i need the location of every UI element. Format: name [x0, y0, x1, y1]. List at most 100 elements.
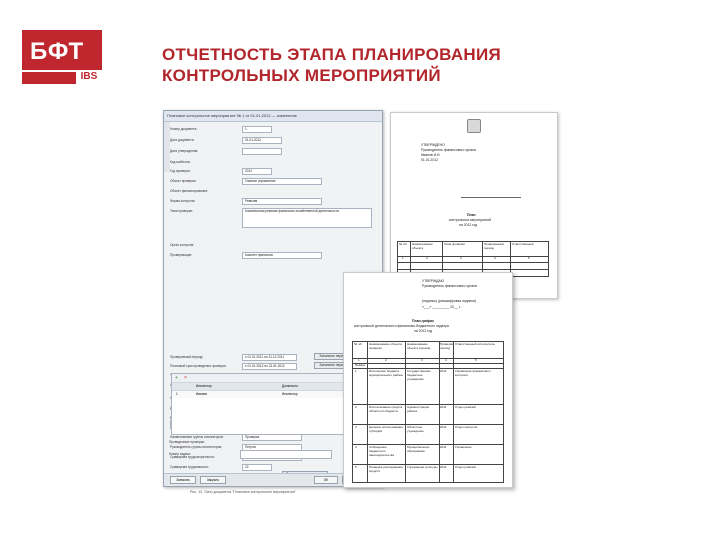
- field-input[interactable]: Комплексная ревизия финансово-хозяйствен…: [242, 208, 372, 228]
- field-label: Проверяющие:: [170, 253, 193, 257]
- row-role: Инспектор: [282, 392, 298, 396]
- subfield-label: Суммарная трудоемкость:: [170, 465, 210, 469]
- schedule-cell: Муниципальное образование: [407, 446, 430, 453]
- plan-colnum-2: 2: [426, 257, 428, 260]
- sched-colnum-1: 1: [358, 359, 360, 362]
- schedule-subtitle: контрольной деятельности финансово-бюдже…: [354, 324, 449, 328]
- add-row-icon[interactable]: +: [175, 375, 178, 381]
- slide-title-line2: КОНТРОЛЬНЫХ МЕРОПРИЯТИЙ: [162, 66, 441, 85]
- plan-colnum-4: 4: [494, 257, 496, 260]
- field-label: Год проверки:: [170, 169, 191, 173]
- plan-colnum-3: 3: [460, 257, 462, 260]
- schedule-approve-line1: Руководитель финансового органа: [422, 284, 477, 288]
- sched-col-4: Проверяемый период: [440, 343, 453, 350]
- save-button[interactable]: Записать: [170, 476, 196, 484]
- schedule-cell: 5: [355, 466, 357, 469]
- schedule-approve-line2: (подпись) (расшифровка подписи): [422, 299, 477, 303]
- sched-colnum-5: 5: [475, 359, 477, 362]
- schedule-period: на 2012 год: [414, 329, 433, 333]
- schedule-cell: 2011: [440, 466, 447, 469]
- schedule-approve: УТВЕРЖДАЮ: [422, 279, 445, 283]
- form-row: Дата документа: 01.01.2012: [170, 136, 378, 145]
- grid-header-name: Инспектор: [196, 384, 212, 388]
- task-number-field[interactable]: [240, 450, 332, 459]
- plan-colnum-5: 5: [528, 257, 530, 260]
- schedule-cell: 2011: [440, 426, 447, 429]
- form-row: Проверяющие: Комитет финансов: [170, 251, 378, 260]
- schedule-cell: Областное учреждение: [407, 426, 424, 433]
- field-label: Орган контроля:: [170, 243, 195, 247]
- field-label: Дата утверждения:: [170, 149, 199, 153]
- schedule-cell: Государственное бюджетное учреждение: [407, 370, 431, 381]
- schedule-cell: 4: [355, 446, 357, 449]
- delete-row-icon[interactable]: ×: [184, 375, 187, 381]
- field-input[interactable]: 1: [242, 126, 272, 133]
- form-row: Форма контроля: Ревизия: [170, 197, 378, 206]
- plan-colnum-1: 1: [402, 257, 404, 260]
- form-row: Объект финансирования:: [170, 187, 378, 196]
- schedule-cell: 3: [355, 426, 357, 429]
- schedule-cell: Управление финансового контроля: [455, 370, 491, 377]
- sched-col-2: Наименование объекта проверки: [369, 343, 402, 350]
- schedule-cell: Отдел ревизий: [455, 466, 476, 469]
- subfield-input[interactable]: 22: [242, 464, 272, 471]
- plan-col-3: Тема проверки: [444, 243, 465, 246]
- subfield-label: Руководитель группы инспекторов:: [170, 445, 222, 449]
- field-label: Объект финансирования:: [170, 189, 208, 193]
- form-row: Орган контроля:: [170, 241, 378, 250]
- plan-header-line3: 01.01.2012: [421, 158, 438, 162]
- schedule-approve-line3: «___» _________ 20__ г.: [422, 305, 461, 309]
- plan-period: на 2012 год: [459, 223, 478, 227]
- form-row: Тема проверки: Комплексная ревизия финанс…: [170, 207, 378, 228]
- schedule-cell: Проверка расходования средств: [369, 466, 403, 473]
- field-input[interactable]: с 01.01.2011 по 31.12.2011: [242, 354, 297, 361]
- field-input[interactable]: с 01.01.2012 по 31.01.2012: [242, 363, 297, 370]
- plan-col-4: Проверяемый период: [484, 243, 504, 250]
- logo-tag: IBS: [76, 70, 102, 84]
- sched-colnum-4: 4: [445, 359, 447, 362]
- schedule-cell: 2011: [440, 406, 447, 409]
- field-label: Форма контроля:: [170, 199, 196, 203]
- form-row: Код шаблона:: [170, 158, 378, 167]
- field-input[interactable]: Ревизия: [242, 198, 322, 205]
- schedule-cell: Управление: [455, 446, 472, 449]
- field-input[interactable]: 01.01.2012: [242, 137, 282, 144]
- window-title: Плановое контрольное мероприятие № 1 от …: [164, 111, 382, 122]
- form-row: Номер документа: 1: [170, 125, 378, 134]
- plan-document: УТВЕРЖДЕНО Руководитель финансового орга…: [390, 112, 558, 299]
- slide-title: ОТЧЕТНОСТЬ ЭТАПА ПЛАНИРОВАНИЯ КОНТРОЛЬНЫ…: [162, 44, 501, 86]
- field-label: Тема проверки:: [170, 209, 193, 213]
- plan-col-5: Ответственный: [512, 243, 534, 246]
- plan-signature-line: [461, 197, 521, 198]
- field-label: Объект проверки:: [170, 179, 197, 183]
- schedule-cell: 2: [355, 406, 357, 409]
- sched-col-3: Наименование объекта (органа): [407, 343, 431, 350]
- subfield-input[interactable]: Проверка: [242, 434, 302, 441]
- field-input[interactable]: Главное управление: [242, 178, 322, 185]
- row-number: 1: [176, 392, 178, 396]
- ok-button[interactable]: OK: [314, 476, 338, 484]
- slide-title-line1: ОТЧЕТНОСТЬ ЭТАПА ПЛАНИРОВАНИЯ: [162, 45, 502, 64]
- schedule-cell: Администрация района: [407, 406, 430, 413]
- plan-approved: УТВЕРЖДЕНО: [421, 143, 445, 147]
- plan-title: План: [467, 213, 476, 217]
- schedule-table: № п/п Наименование объекта проверки Наим…: [352, 341, 504, 483]
- row-inspector: Иванов: [196, 392, 207, 396]
- task-number-label: Номер задачи:: [169, 452, 191, 456]
- schedule-cell: 1: [355, 370, 357, 373]
- close-button[interactable]: Закрыть: [200, 476, 226, 484]
- field-input[interactable]: 2012: [242, 168, 272, 175]
- field-label: Номер документа:: [170, 127, 198, 131]
- sched-colnum-2: 2: [385, 359, 387, 362]
- inspections-label: Проведенные проверки:: [169, 440, 205, 444]
- field-input[interactable]: Комитет финансов: [242, 252, 322, 259]
- coat-of-arms-icon: [467, 119, 481, 133]
- sched-col-5: Ответственный исполнитель: [455, 343, 495, 346]
- field-label: Проверяемый период:: [170, 355, 204, 359]
- grid-header-role: Должность: [282, 384, 299, 388]
- form-row: Объект проверки: Главное управление: [170, 177, 378, 186]
- field-input[interactable]: [242, 148, 282, 155]
- plan-col-2: Наименование объекта: [412, 243, 433, 250]
- schedule-cell: Исполнение бюджета муниципального района: [369, 370, 403, 377]
- company-logo: БФТ IBS: [22, 30, 102, 84]
